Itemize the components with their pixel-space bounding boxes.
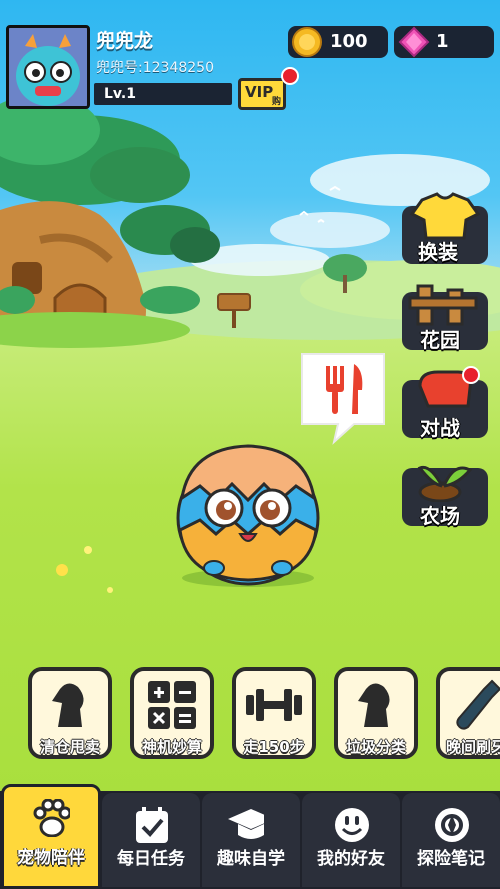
graduation-cap-icon — [228, 809, 264, 839]
dumbbell-icon — [246, 689, 302, 721]
activity-label: 清仓甩卖 — [39, 738, 100, 756]
vip-buy-label: 购 — [271, 97, 281, 107]
player-avatar[interactable] — [6, 25, 90, 109]
garden-label: 花园 — [420, 328, 460, 352]
compass-icon — [435, 808, 469, 842]
checklist-icon — [136, 807, 168, 843]
sprout-icon — [417, 465, 473, 502]
gem-icon — [398, 26, 430, 58]
gem-value: 1 — [436, 31, 449, 52]
level-label: Lv.1 — [104, 86, 136, 102]
activity-evening-brush[interactable]: 晚间刷牙 — [436, 667, 500, 759]
coin-value: 100 — [330, 31, 368, 52]
tab-label: 每日任务 — [117, 849, 185, 869]
game-scene: 兜兜龙 兜兜号:12348250 Lv.1 VIP 购 100 1 换装 花园 … — [0, 0, 500, 889]
pet-egg-creature[interactable] — [170, 438, 330, 588]
battle-label: 对战 — [420, 416, 460, 440]
tab-pet-companion[interactable]: 宠物陪伴 — [1, 784, 101, 889]
shirt-icon — [409, 192, 481, 240]
vip-button[interactable]: VIP 购 — [238, 78, 286, 110]
battle-notification-dot — [462, 366, 480, 384]
activity-walk-150-steps[interactable]: 走150步 — [232, 667, 316, 759]
coin-icon — [292, 27, 322, 57]
paw-icon — [33, 799, 70, 837]
vip-notification-dot — [281, 67, 299, 85]
activity-label: 晚间刷牙 — [445, 738, 500, 756]
tab-label: 宠物陪伴 — [17, 848, 85, 868]
smiley-icon — [335, 808, 369, 842]
tab-fun-learning[interactable]: 趣味自学 — [202, 793, 300, 887]
activity-clearance-sale[interactable]: 清仓甩卖 — [28, 667, 112, 759]
activity-label: 走150步 — [243, 738, 305, 756]
bottle-icon — [456, 679, 500, 730]
tab-daily-tasks[interactable]: 每日任务 — [102, 793, 200, 887]
player-id: 兜兜号:12348250 — [96, 60, 214, 76]
tab-label: 趣味自学 — [217, 849, 285, 869]
dino-avatar-icon — [9, 28, 87, 106]
tab-adventure-notes[interactable]: 探险笔记 — [402, 793, 500, 887]
vip-label: VIP — [245, 83, 274, 101]
knight-chess-icon — [52, 683, 84, 727]
dress-up-label: 换装 — [418, 240, 458, 264]
farm-label: 农场 — [420, 504, 460, 528]
fence-icon — [408, 284, 478, 326]
activity-mental-math[interactable]: 神机妙算 — [130, 667, 214, 759]
player-name: 兜兜龙 — [96, 30, 154, 52]
activity-label: 神机妙算 — [141, 738, 202, 756]
tab-label: 探险笔记 — [417, 849, 485, 869]
tab-my-friends[interactable]: 我的好友 — [302, 793, 400, 887]
feed-bubble[interactable] — [298, 350, 388, 446]
tab-label: 我的好友 — [317, 849, 385, 869]
calculator-icon — [148, 681, 196, 729]
activity-label: 垃圾分类 — [345, 738, 406, 756]
knight-chess-icon — [358, 683, 390, 727]
activity-garbage-sorting[interactable]: 垃圾分类 — [334, 667, 418, 759]
